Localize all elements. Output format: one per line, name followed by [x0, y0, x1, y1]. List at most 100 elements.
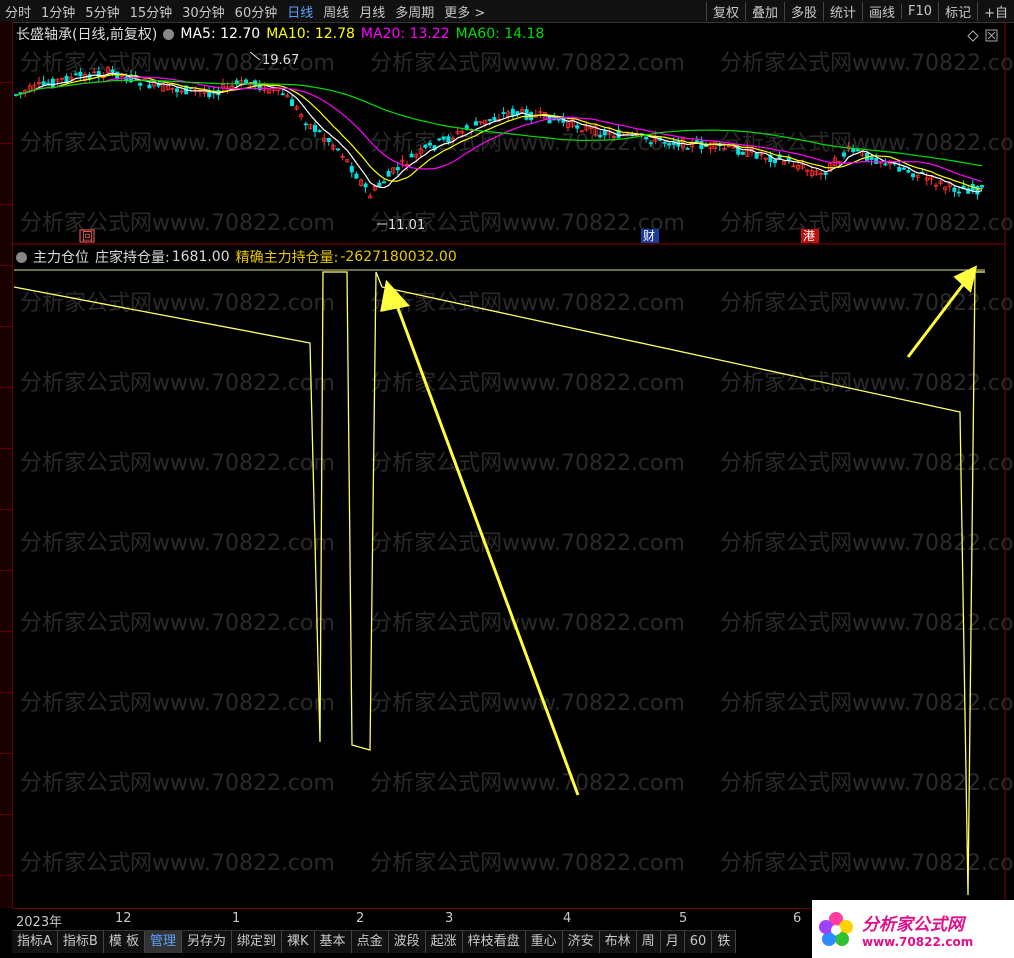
candle-body	[671, 142, 676, 145]
candle-body	[869, 156, 874, 160]
candle-body	[773, 159, 778, 164]
tab-center[interactable]: 重心	[526, 931, 563, 953]
candle-body	[911, 173, 916, 178]
watermark-text: 分析家公式网www.70822.com	[20, 131, 335, 156]
logo-title: 分析家公式网	[862, 914, 964, 935]
watermark-text: 分析家公式网www.70822.com	[370, 51, 685, 76]
indicator-label1: 庄家持仓量:	[95, 250, 170, 266]
watermark-text: 分析家公式网www.70822.com	[370, 691, 685, 716]
candle-body	[952, 187, 957, 192]
candle-body	[41, 81, 46, 86]
candle-body	[349, 166, 354, 173]
candle-body	[326, 138, 331, 142]
tab-indicator-b[interactable]: 指标B	[58, 931, 104, 953]
candle-body	[487, 119, 492, 121]
tab-jian[interactable]: 济安	[563, 931, 600, 953]
candle-body	[303, 123, 308, 126]
bottom-indicator-tabs: 指标A 指标B 模 板 管理 另存为 绑定到 裸K 基本 点金 波段 起涨 梓枝…	[12, 930, 737, 953]
settings-circle-icon[interactable]	[163, 28, 175, 40]
candle-body	[354, 173, 359, 179]
site-logo: 分析家公式网 www.70822.com	[812, 900, 1014, 958]
candle-body	[823, 172, 828, 176]
tab-template[interactable]: 模 板	[104, 931, 145, 953]
indicator-settings-icon[interactable]	[16, 251, 27, 263]
tab-month[interactable]: 月	[661, 931, 685, 953]
candle-body	[174, 88, 179, 93]
tab-bind-to[interactable]: 绑定到	[232, 931, 283, 953]
candle-body	[685, 147, 690, 150]
tab-bollinger[interactable]: 布林	[600, 931, 637, 953]
candle-body	[395, 167, 400, 171]
date-tick: 1	[232, 911, 241, 926]
watermark-text: 分析家公式网www.70822.com	[20, 371, 335, 396]
logo-url: www.70822.com	[862, 934, 974, 949]
tab-save-as[interactable]: 另存为	[182, 931, 232, 953]
date-tick: 12	[115, 911, 132, 926]
watermark-text: 分析家公式网www.70822.com	[720, 51, 1014, 76]
tab-60[interactable]: 60	[685, 931, 713, 953]
tab-qizhang[interactable]: 起涨	[426, 931, 463, 953]
indicator-value2: -2627180032.00	[340, 249, 457, 265]
candle-body	[446, 136, 451, 143]
watermark-text: 分析家公式网www.70822.com	[370, 371, 685, 396]
watermark-layer: 分析家公式网www.70822.com 分析家公式网www.70822.com 分析…	[20, 51, 1014, 876]
candle-body	[147, 84, 152, 89]
candle-body	[377, 182, 382, 187]
candle-body	[50, 78, 55, 88]
candle-body	[441, 136, 446, 140]
high-price-label: 19.67	[262, 53, 299, 68]
candle-body	[667, 143, 672, 146]
date-tick: 4	[563, 911, 572, 926]
candle-body	[73, 73, 78, 76]
ma20-line	[15, 76, 983, 183]
tab-basic[interactable]: 基本	[315, 931, 352, 953]
tab-manage[interactable]: 管理	[144, 931, 182, 953]
date-tick: 2023年	[16, 915, 63, 930]
candle-body	[897, 166, 902, 172]
watermark-text: 分析家公式网www.70822.com	[20, 531, 335, 556]
candle-body	[694, 140, 699, 143]
candle-body	[957, 191, 962, 194]
candle-body	[317, 130, 322, 133]
candle-body	[363, 183, 368, 188]
candle-body	[207, 91, 212, 98]
watermark-text: 分析家公式网www.70822.com	[720, 451, 1014, 476]
candle-body	[335, 148, 340, 151]
watermark-text: 分析家公式网www.70822.com	[370, 451, 685, 476]
tab-zizhi-kanpan[interactable]: 梓枝看盘	[463, 931, 526, 953]
watermark-text: 分析家公式网www.70822.com	[20, 451, 335, 476]
candle-body	[754, 152, 759, 159]
flower-logo-icon	[819, 912, 853, 946]
indicator-title-bar: 主力仓位 庄家持仓量: 1681.00 精确主力持仓量: -2627180032…	[16, 247, 463, 267]
watermark-text: 分析家公式网www.70822.com	[20, 291, 335, 316]
candle-body	[699, 140, 704, 150]
ma60-value: MA60: 14.18	[455, 26, 545, 42]
candle-body	[110, 69, 115, 73]
indicator-name[interactable]: 主力仓位	[33, 247, 89, 267]
watermark-text: 分析家公式网www.70822.com	[20, 611, 335, 636]
watermark-text: 分析家公式网www.70822.com	[720, 851, 1014, 876]
watermark-text: 分析家公式网www.70822.com	[720, 611, 1014, 636]
tab-wave[interactable]: 波段	[389, 931, 426, 953]
tab-dianjin[interactable]: 点金	[352, 931, 389, 953]
ma5-value: MA5: 12.70	[180, 26, 261, 42]
ma20-value: MA20: 13.22	[360, 26, 450, 42]
tab-indicator-a[interactable]: 指标A	[12, 931, 58, 953]
candle-body	[138, 82, 143, 86]
tab-tie[interactable]: 铁	[712, 931, 737, 953]
tab-week[interactable]: 周	[637, 931, 661, 953]
candle-body	[289, 99, 294, 107]
candle-body	[855, 149, 860, 152]
marker-cai: 财	[643, 229, 655, 243]
candle-body	[78, 71, 83, 77]
stock-title[interactable]: 长盛轴承(日线,前复权)	[16, 24, 157, 44]
tab-naked-k[interactable]: 裸K	[282, 931, 315, 953]
candle-body	[648, 142, 653, 145]
candle-body	[602, 130, 607, 136]
candle-body	[501, 112, 506, 114]
diamond-icon[interactable]	[967, 30, 979, 42]
candle-body	[980, 185, 985, 188]
date-axis: 2023年 12 1 2 3 4 5 6	[12, 908, 812, 931]
watermark-text: 分析家公式网www.70822.com	[20, 851, 335, 876]
candle-body	[644, 136, 649, 140]
